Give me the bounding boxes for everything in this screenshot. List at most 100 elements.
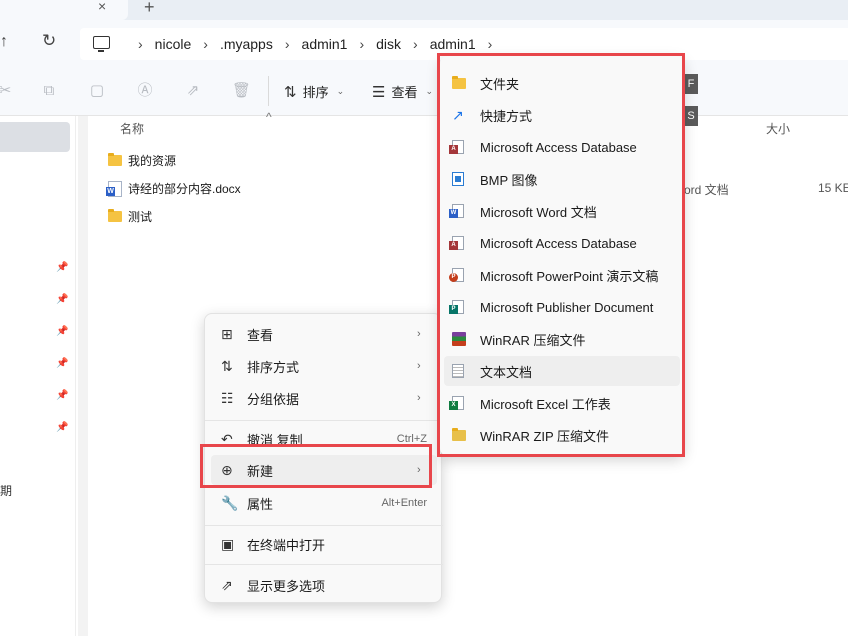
word-icon: W	[449, 204, 466, 218]
menu-item-label: 查看	[247, 327, 274, 343]
chevron-right-icon[interactable]: ›	[138, 36, 143, 52]
menu-item-label: 属性	[247, 496, 274, 512]
submenu-item-powerpoint[interactable]: P Microsoft PowerPoint 演示文稿	[444, 260, 680, 290]
menu-item-view[interactable]: ⊞ 查看 ›	[211, 319, 437, 349]
file-name: 我的资源	[128, 154, 177, 168]
submenu-item-publisher[interactable]: P Microsoft Publisher Document	[444, 292, 680, 322]
submenu-item-label: Microsoft Excel 工作表	[480, 396, 611, 412]
menu-item-sort[interactable]: ⇅ 排序方式 ›	[211, 351, 437, 381]
chevron-right-icon: ›	[417, 392, 421, 404]
pin-icon[interactable]: 📌	[56, 262, 68, 273]
pin-icon[interactable]: 📌	[56, 326, 68, 337]
submenu-item-zip[interactable]: WinRAR ZIP 压缩文件	[444, 420, 680, 450]
chevron-right-icon[interactable]: ›	[285, 36, 290, 52]
column-header-size[interactable]: 大小	[766, 120, 790, 137]
menu-divider	[205, 564, 443, 565]
submenu-item-label: 文本文档	[480, 364, 533, 380]
list-item[interactable]: 诗经的部分内容.docx	[106, 180, 241, 197]
breadcrumb-item[interactable]: disk	[376, 36, 401, 52]
menu-item-label: 新建	[247, 463, 274, 479]
menu-item-new[interactable]: ⊕ 新建 ›	[211, 455, 437, 485]
list-item[interactable]: 我的资源	[108, 152, 176, 169]
chevron-down-icon: ⌄	[425, 86, 434, 96]
column-header-name[interactable]: 名称	[120, 120, 144, 137]
share-icon[interactable]: ⇗	[184, 82, 202, 100]
new-tab-icon[interactable]: +	[144, 0, 155, 18]
nav-item-label[interactable]: 期	[0, 482, 12, 499]
command-toolbar: ✂ ⧉ ▢ Ⓐ ⇗ 🗑 ⇅ 排序 ⌄ ☰ 查看 ⌄ F S	[0, 66, 848, 126]
toolbar-chip[interactable]: S	[684, 106, 698, 126]
file-name: 测试	[128, 210, 153, 224]
submenu-item-label: BMP 图像	[480, 172, 538, 188]
active-tab[interactable]: ×	[0, 0, 128, 20]
submenu-item-label: 文件夹	[480, 76, 520, 92]
submenu-item-label: WinRAR ZIP 压缩文件	[480, 428, 610, 444]
grid-icon: ⊞	[221, 325, 233, 342]
shortcut-arrow-icon: ↗	[452, 107, 464, 123]
close-tab-icon[interactable]: ×	[98, 0, 106, 13]
chevron-down-icon: ⌄	[336, 86, 345, 96]
submenu-item-word-document[interactable]: W Microsoft Word 文档	[444, 196, 680, 226]
winrar-icon	[452, 332, 466, 346]
breadcrumb-item[interactable]: nicole	[155, 36, 192, 52]
delete-icon[interactable]: 🗑	[232, 82, 251, 100]
rename-icon[interactable]: Ⓐ	[136, 82, 154, 100]
submenu-item-text-document[interactable]: 文本文档	[444, 356, 680, 386]
sort-button[interactable]: ⇅ 排序 ⌄	[284, 82, 344, 101]
terminal-icon: ▣	[221, 535, 235, 552]
chevron-right-icon[interactable]: ›	[203, 36, 208, 52]
view-label: 查看	[391, 85, 418, 100]
new-submenu: 文件夹 ↗ 快捷方式 A Microsoft Access Database B…	[440, 56, 684, 456]
submenu-item-folder[interactable]: 文件夹	[444, 68, 680, 98]
copy-icon[interactable]: ⧉	[40, 82, 58, 100]
access-icon: A	[449, 140, 466, 154]
file-type: ord 文档	[684, 183, 729, 197]
folder-icon	[108, 209, 122, 222]
nav-scrollbar[interactable]	[78, 116, 88, 636]
submenu-item-winrar[interactable]: WinRAR 压缩文件	[444, 324, 680, 354]
submenu-item-label: WinRAR 压缩文件	[480, 332, 586, 348]
pin-icon[interactable]: 📌	[56, 390, 68, 401]
menu-item-group[interactable]: ☷ 分组依据 ›	[211, 383, 437, 413]
list-item[interactable]: 测试	[108, 208, 152, 225]
view-button[interactable]: ☰ 查看 ⌄	[372, 82, 433, 101]
up-arrow-icon[interactable]: ↑	[0, 33, 8, 51]
menu-item-label: 在终端中打开	[247, 537, 326, 553]
file-size: 15 KE	[818, 181, 848, 195]
address-row: ↑ ↻ › nicole › .myapps › admin1 › disk ›…	[0, 20, 848, 66]
chevron-right-icon: ›	[417, 464, 421, 476]
breadcrumb-item[interactable]: admin1	[302, 36, 348, 52]
group-icon: ☷	[221, 389, 234, 406]
pin-icon[interactable]: 📌	[56, 422, 68, 433]
toolbar-chip[interactable]: F	[684, 74, 698, 94]
submenu-item-access-database-2[interactable]: A Microsoft Access Database	[444, 228, 680, 258]
submenu-item-label: Microsoft Word 文档	[480, 204, 597, 220]
cut-icon[interactable]: ✂	[0, 82, 14, 100]
nav-selected-item[interactable]	[0, 122, 70, 152]
refresh-icon[interactable]: ↻	[42, 31, 56, 51]
chevron-right-icon[interactable]: ›	[359, 36, 364, 52]
breadcrumb-item[interactable]: .myapps	[220, 36, 273, 52]
menu-item-undo-copy[interactable]: ↶ 撤消 复制 Ctrl+Z	[211, 424, 437, 454]
submenu-item-shortcut[interactable]: ↗ 快捷方式	[444, 100, 680, 130]
menu-item-properties[interactable]: 🔧 属性 Alt+Enter	[211, 488, 437, 518]
breadcrumb-item[interactable]: admin1	[430, 36, 476, 52]
paste-icon[interactable]: ▢	[88, 82, 106, 100]
this-pc-icon[interactable]	[93, 36, 110, 52]
text-doc-icon	[452, 364, 466, 378]
menu-item-more-options[interactable]: ⇗ 显示更多选项	[211, 570, 437, 600]
new-icon: ⊕	[221, 461, 233, 478]
menu-divider	[205, 420, 443, 421]
menu-shortcut: Alt+Enter	[381, 497, 427, 509]
submenu-item-excel[interactable]: X Microsoft Excel 工作表	[444, 388, 680, 418]
word-doc-icon	[106, 180, 122, 197]
pin-icon[interactable]: 📌	[56, 294, 68, 305]
menu-item-open-terminal[interactable]: ▣ 在终端中打开	[211, 529, 437, 559]
toolbar-divider	[268, 76, 269, 106]
chevron-right-icon[interactable]: ›	[413, 36, 418, 52]
submenu-item-access-database[interactable]: A Microsoft Access Database	[444, 132, 680, 162]
submenu-item-bmp-image[interactable]: BMP 图像	[444, 164, 680, 194]
pin-icon[interactable]: 📌	[56, 358, 68, 369]
chevron-right-icon[interactable]: ›	[488, 36, 493, 52]
undo-icon: ↶	[221, 430, 233, 447]
